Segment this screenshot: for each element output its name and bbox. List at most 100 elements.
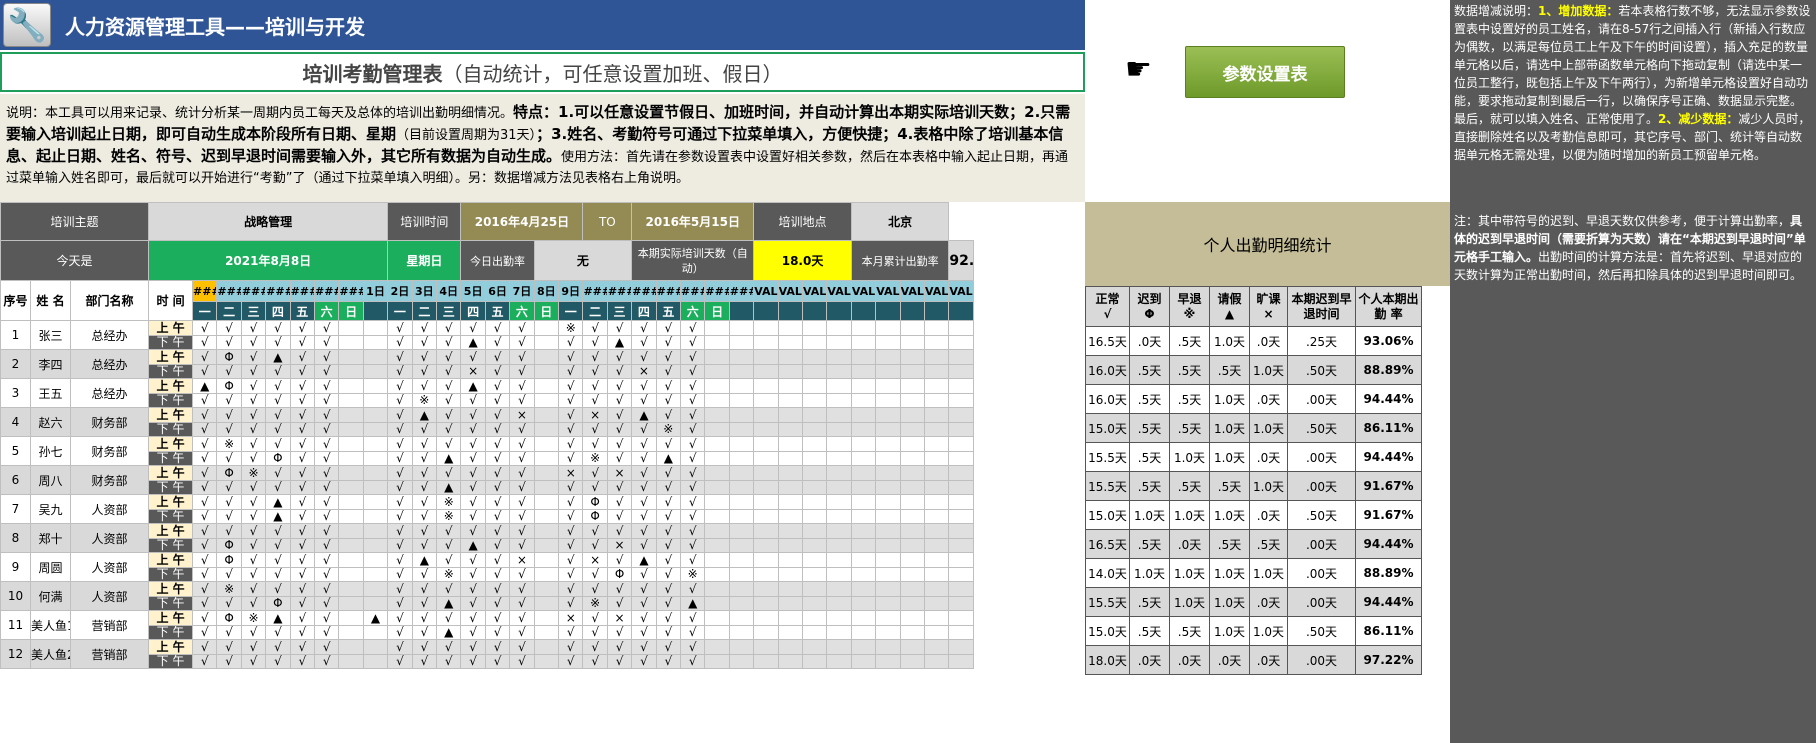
- attendance-cell[interactable]: √: [240, 378, 267, 394]
- attendance-cell[interactable]: √: [680, 610, 706, 626]
- attendance-cell[interactable]: √: [411, 494, 438, 510]
- attendance-cell[interactable]: [948, 537, 974, 553]
- attendance-cell[interactable]: √: [655, 610, 682, 626]
- attendance-cell[interactable]: [728, 436, 755, 452]
- attendance-cell[interactable]: √: [265, 653, 291, 669]
- attendance-cell[interactable]: √: [484, 508, 511, 524]
- attendance-cell[interactable]: √: [436, 610, 462, 626]
- attendance-cell[interactable]: √: [387, 450, 413, 466]
- attendance-cell[interactable]: √: [240, 566, 267, 582]
- attendance-cell[interactable]: [777, 450, 804, 466]
- attendance-cell[interactable]: √: [606, 363, 633, 379]
- attendance-cell[interactable]: √: [484, 479, 511, 495]
- attendance-cell[interactable]: √: [460, 436, 486, 452]
- attendance-cell[interactable]: [753, 610, 779, 626]
- attendance-cell[interactable]: [826, 508, 852, 524]
- attendance-cell[interactable]: √: [192, 624, 218, 640]
- attendance-cell[interactable]: √: [460, 421, 486, 437]
- attendance-cell[interactable]: √: [509, 465, 535, 481]
- attendance-cell[interactable]: [923, 421, 950, 437]
- attendance-cell[interactable]: √: [313, 653, 340, 669]
- attendance-cell[interactable]: √: [411, 595, 438, 611]
- attendance-cell[interactable]: [899, 494, 926, 510]
- attendance-cell[interactable]: [826, 407, 852, 423]
- attendance-cell[interactable]: √: [484, 349, 511, 365]
- attendance-cell[interactable]: [533, 450, 560, 466]
- attendance-cell[interactable]: [704, 378, 730, 394]
- attendance-cell[interactable]: [533, 349, 560, 365]
- attendance-cell[interactable]: [362, 523, 389, 539]
- attendance-cell[interactable]: ※: [582, 595, 608, 611]
- attendance-cell[interactable]: √: [411, 349, 438, 365]
- attendance-cell[interactable]: [777, 334, 804, 350]
- attendance-cell[interactable]: [899, 363, 926, 379]
- attendance-cell[interactable]: √: [680, 653, 706, 669]
- attendance-cell[interactable]: √: [265, 465, 291, 481]
- attendance-cell[interactable]: √: [411, 639, 438, 655]
- attendance-cell[interactable]: [923, 334, 950, 350]
- date-header[interactable]: VALU: [850, 280, 877, 302]
- attendance-cell[interactable]: √: [631, 653, 657, 669]
- attendance-cell[interactable]: √: [460, 523, 486, 539]
- attendance-cell[interactable]: [533, 392, 560, 408]
- attendance-cell[interactable]: [777, 581, 804, 597]
- attendance-cell[interactable]: ▲: [265, 349, 291, 365]
- attendance-cell[interactable]: [728, 552, 755, 568]
- attendance-cell[interactable]: [923, 320, 950, 336]
- attendance-cell[interactable]: √: [484, 421, 511, 437]
- attendance-cell[interactable]: [923, 378, 950, 394]
- attendance-cell[interactable]: [850, 610, 877, 626]
- attendance-cell[interactable]: [777, 537, 804, 553]
- attendance-cell[interactable]: [948, 363, 974, 379]
- date-header[interactable]: VALU: [802, 280, 828, 302]
- attendance-cell[interactable]: √: [289, 450, 315, 466]
- attendance-cell[interactable]: [850, 320, 877, 336]
- attendance-cell[interactable]: √: [582, 523, 608, 539]
- attendance-cell[interactable]: ▲: [265, 508, 291, 524]
- attendance-cell[interactable]: √: [216, 523, 242, 539]
- attendance-cell[interactable]: Φ: [216, 465, 242, 481]
- attendance-cell[interactable]: [704, 421, 730, 437]
- date-header[interactable]: VALU: [923, 280, 950, 302]
- attendance-cell[interactable]: √: [216, 624, 242, 640]
- attendance-cell[interactable]: √: [509, 523, 535, 539]
- place-value[interactable]: 北京: [850, 202, 950, 241]
- date-header[interactable]: ###: [289, 280, 315, 302]
- attendance-cell[interactable]: √: [680, 552, 706, 568]
- attendance-cell[interactable]: [802, 407, 828, 423]
- attendance-cell[interactable]: √: [436, 334, 462, 350]
- attendance-cell[interactable]: √: [655, 349, 682, 365]
- attendance-cell[interactable]: ▲: [460, 334, 486, 350]
- attendance-cell[interactable]: √: [509, 378, 535, 394]
- attendance-cell[interactable]: [923, 653, 950, 669]
- attendance-cell[interactable]: √: [216, 334, 242, 350]
- attendance-cell[interactable]: [826, 479, 852, 495]
- attendance-cell[interactable]: √: [436, 436, 462, 452]
- attendance-cell[interactable]: [338, 624, 364, 640]
- attendance-cell[interactable]: √: [192, 595, 218, 611]
- attendance-cell[interactable]: √: [680, 479, 706, 495]
- attendance-cell[interactable]: √: [655, 465, 682, 481]
- attendance-cell[interactable]: √: [265, 436, 291, 452]
- attendance-cell[interactable]: √: [436, 320, 462, 336]
- attendance-cell[interactable]: Φ: [216, 349, 242, 365]
- attendance-cell[interactable]: √: [265, 378, 291, 394]
- attendance-cell[interactable]: √: [436, 421, 462, 437]
- attendance-cell[interactable]: [777, 508, 804, 524]
- attendance-cell[interactable]: [533, 653, 560, 669]
- attendance-cell[interactable]: [875, 610, 901, 626]
- attendance-cell[interactable]: √: [289, 465, 315, 481]
- attendance-cell[interactable]: ※: [680, 566, 706, 582]
- attendance-cell[interactable]: ▲: [460, 537, 486, 553]
- attendance-cell[interactable]: √: [631, 537, 657, 553]
- attendance-cell[interactable]: [704, 552, 730, 568]
- attendance-cell[interactable]: [362, 494, 389, 510]
- attendance-cell[interactable]: √: [582, 363, 608, 379]
- attendance-cell[interactable]: √: [240, 320, 267, 336]
- attendance-cell[interactable]: √: [557, 479, 584, 495]
- attendance-cell[interactable]: √: [216, 407, 242, 423]
- attendance-cell[interactable]: √: [192, 407, 218, 423]
- attendance-cell[interactable]: √: [680, 436, 706, 452]
- attendance-cell[interactable]: √: [557, 392, 584, 408]
- date-header[interactable]: VALU: [826, 280, 852, 302]
